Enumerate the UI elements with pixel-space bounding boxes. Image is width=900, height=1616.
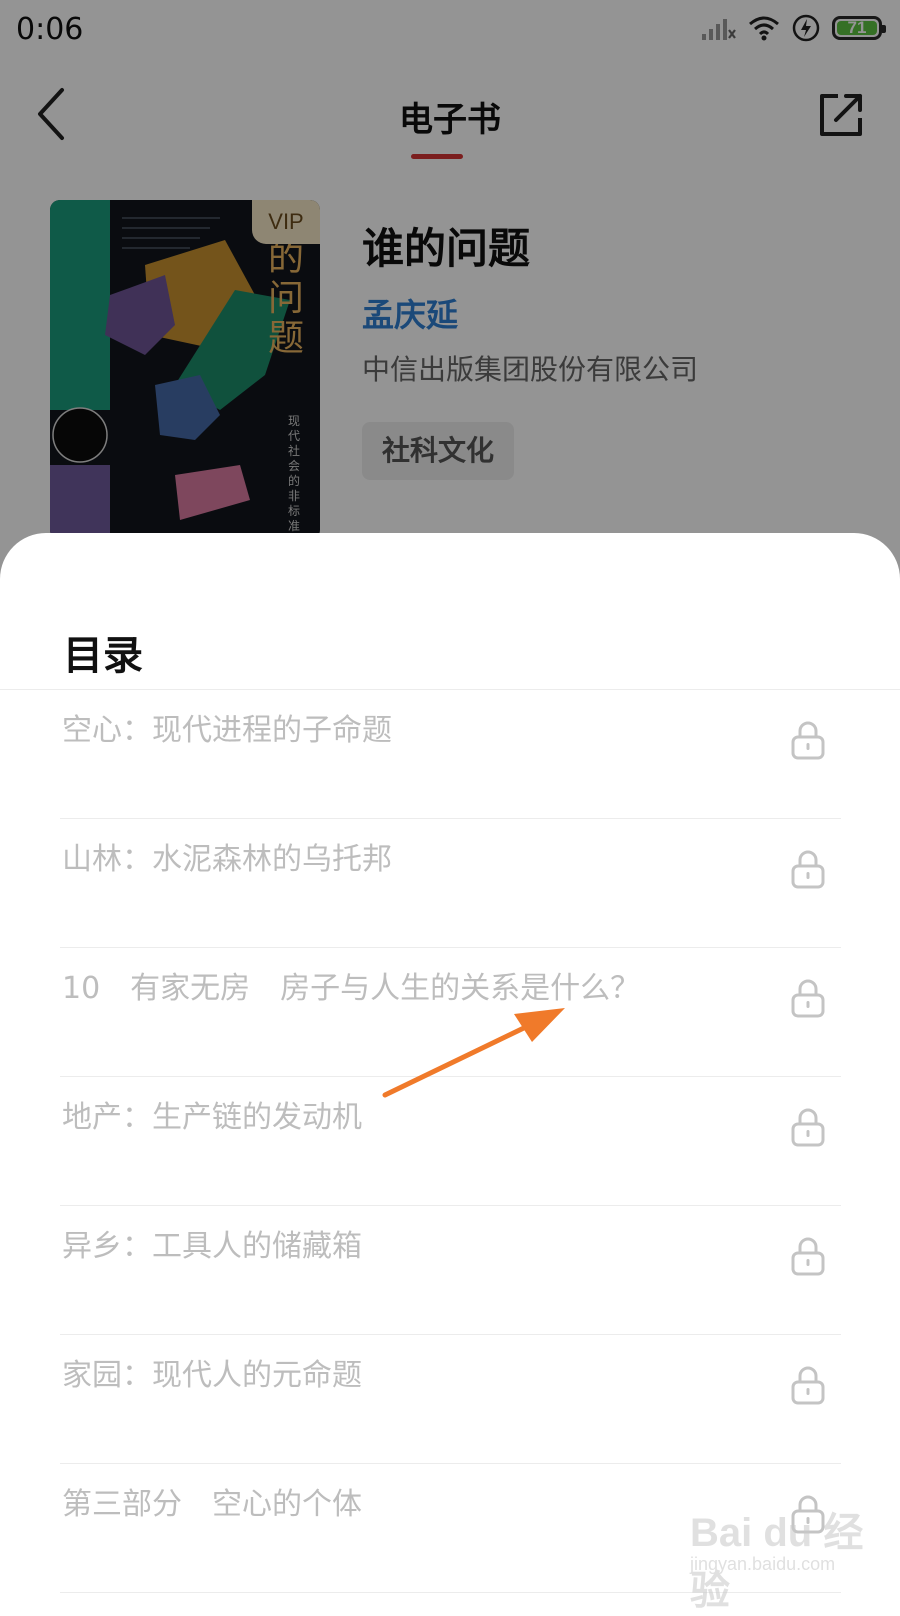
toc-item-label: 山林：水泥森林的乌托邦 bbox=[62, 842, 392, 877]
toc-list: 空心：现代进程的子命题 山林：水泥森林的乌托邦 10 有家无房 房子与人生的关系… bbox=[60, 690, 841, 1593]
lock-icon bbox=[791, 979, 825, 1018]
toc-item[interactable]: 异乡：工具人的储藏箱 bbox=[60, 1206, 841, 1335]
annotation-arrow-icon bbox=[382, 1008, 565, 1098]
toc-item[interactable]: 空心：现代进程的子命题 bbox=[60, 690, 841, 819]
lock-icon bbox=[791, 850, 825, 889]
toc-item-label: 地产：生产链的发动机 bbox=[62, 1100, 362, 1135]
toc-item-label: 第三部分 空心的个体 bbox=[62, 1487, 362, 1522]
baidu-watermark: Bai du 经验 jingyan.baidu.com bbox=[690, 1500, 890, 1613]
lock-icon bbox=[791, 1366, 825, 1405]
toc-item-label: 异乡：工具人的储藏箱 bbox=[62, 1229, 362, 1264]
toc-item[interactable]: 山林：水泥森林的乌托邦 bbox=[60, 819, 841, 948]
lock-icon bbox=[791, 1237, 825, 1276]
lock-icon bbox=[791, 721, 825, 760]
toc-title: 目录 bbox=[63, 633, 143, 679]
lock-icon bbox=[791, 1108, 825, 1147]
toc-item-label: 家园：现代人的元命题 bbox=[62, 1358, 362, 1393]
watermark-sub: jingyan.baidu.com bbox=[690, 1554, 836, 1574]
toc-item-label: 空心：现代进程的子命题 bbox=[62, 713, 392, 748]
toc-item[interactable]: 家园：现代人的元命题 bbox=[60, 1335, 841, 1464]
